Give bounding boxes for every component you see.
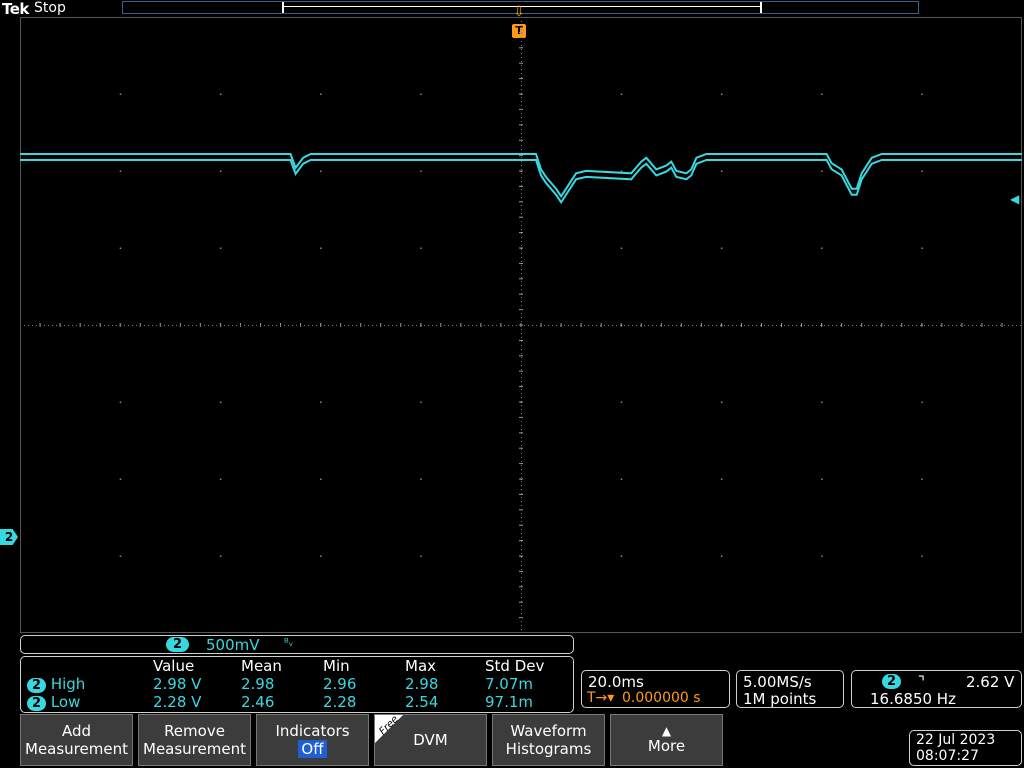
indicators-off-badge: Off	[298, 740, 327, 758]
channel-2-badge: 2	[166, 637, 190, 652]
header-min: Min	[323, 657, 350, 675]
measurement-min: 2.96	[323, 675, 357, 693]
measurement-mean: 2.46	[241, 693, 275, 711]
button-label-line1: Remove	[164, 722, 225, 740]
button-label-line1: Add	[61, 722, 92, 740]
indicators-button[interactable]: Indicators Off	[256, 714, 369, 766]
record-length: 1M points	[743, 690, 817, 708]
measurement-mean: 2.98	[241, 675, 275, 693]
button-label: More	[647, 737, 686, 755]
measurement-name: Low	[50, 693, 81, 711]
channel-scale-bar[interactable]: 2 500mV ᴮᵥ	[20, 635, 574, 654]
bandwidth-limit-icon: ᴮᵥ	[284, 636, 294, 649]
sample-rate-readout[interactable]: 5.00MS/s 1M points	[736, 670, 844, 708]
channel-2-badge: 2	[27, 678, 47, 693]
measurement-value: 2.98 V	[153, 675, 202, 693]
channel-2-badge: 2	[27, 696, 47, 711]
trigger-readout[interactable]: 2 ⌝ 2.62 V 16.6850 Hz	[851, 670, 1022, 708]
trigger-level-marker-icon: ◀	[1010, 192, 1020, 206]
sample-rate: 5.00MS/s	[743, 673, 812, 691]
grid-dots	[20, 17, 1022, 633]
measurement-name: High	[50, 675, 86, 693]
brand-logo: Tek	[2, 0, 29, 18]
waveform-histograms-button[interactable]: Waveform Histograms	[492, 714, 605, 766]
trigger-position-icon: T→▾	[587, 690, 615, 706]
more-button[interactable]: ▲ More	[610, 714, 723, 766]
acquisition-state: Stop	[34, 0, 66, 16]
trigger-frequency: 16.6850 Hz	[870, 690, 956, 708]
falling-edge-icon: ⌝	[918, 673, 926, 691]
header-max: Max	[405, 657, 437, 675]
button-label-line2: Histograms	[505, 740, 592, 758]
measurement-std-dev: 97.1m	[485, 693, 534, 711]
measurement-min: 2.28	[323, 693, 357, 711]
trigger-position-value: 0.000000 s	[622, 690, 701, 706]
dvm-button[interactable]: Free DVM	[374, 714, 487, 766]
button-label-line2: Measurement	[143, 740, 246, 758]
up-arrow-icon: ▲	[661, 724, 672, 738]
remove-measurement-button[interactable]: Remove Measurement	[138, 714, 251, 766]
timebase-readout[interactable]: 20.0ms T→▾ 0.000000 s	[581, 670, 730, 708]
channel-2-ground-marker[interactable]: 2	[0, 529, 18, 545]
channel-2-scale: 500mV	[206, 636, 260, 654]
add-measurement-button[interactable]: Add Measurement	[20, 714, 133, 766]
header-mean: Mean	[241, 657, 282, 675]
horizontal-scale: 20.0ms	[588, 673, 644, 691]
measurement-row-high[interactable]: 2 High 2.98 V 2.98 2.96 2.98 7.07m	[21, 675, 573, 693]
trigger-level: 2.62 V	[966, 673, 1015, 691]
measurement-max: 2.98	[405, 675, 439, 693]
header-std-dev: Std Dev	[485, 657, 545, 675]
measurement-max: 2.54	[405, 693, 439, 711]
measurement-panel: Value Mean Min Max Std Dev 2 High 2.98 V…	[20, 656, 574, 713]
time: 08:07:27	[916, 748, 979, 764]
measurement-std-dev: 7.07m	[485, 675, 534, 693]
header-value: Value	[153, 657, 195, 675]
button-label-line1: Waveform	[510, 722, 587, 740]
trigger-source-badge: 2	[882, 674, 902, 689]
measurement-row-low[interactable]: 2 Low 2.28 V 2.46 2.28 2.54 97.1m	[21, 693, 573, 711]
graticule	[20, 17, 1022, 633]
datetime-display[interactable]: 22 Jul 2023 08:07:27	[909, 730, 1022, 766]
date: 22 Jul 2023	[916, 732, 996, 748]
measurement-value: 2.28 V	[153, 693, 202, 711]
button-label-line2: Measurement	[25, 740, 128, 758]
button-label-line1: Indicators	[275, 722, 350, 740]
